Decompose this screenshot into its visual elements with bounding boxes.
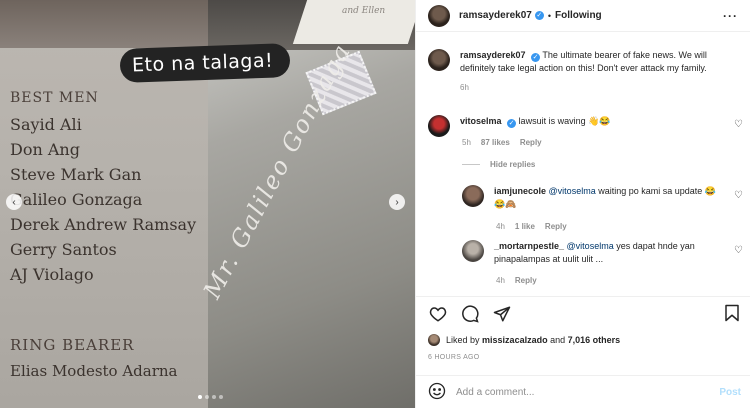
mention-link[interactable]: @vitoselma — [549, 186, 596, 196]
carousel-next-button[interactable]: › — [389, 194, 405, 210]
post-timestamp[interactable]: 6 HOURS AGO — [428, 354, 480, 361]
ring-bearer-name: Elias Modesto Adarna — [10, 362, 178, 380]
comments-list[interactable]: ramsayderek07 ✓ The ultimate bearer of f… — [416, 33, 750, 295]
comment-age[interactable]: 5h — [462, 138, 471, 147]
comment-meta: 5h 87 likes Reply — [462, 138, 542, 147]
comment-icon[interactable] — [460, 304, 480, 324]
liked-by-joiner: and — [550, 335, 566, 345]
avatar[interactable] — [462, 185, 484, 207]
reply-button[interactable]: Reply — [515, 276, 537, 285]
best-man-name: AJ Violago — [10, 265, 94, 284]
best-man-name: Gerry Santos — [10, 240, 117, 259]
hide-replies-button[interactable]: Hide replies — [462, 160, 535, 169]
verified-badge-icon: ✓ — [507, 119, 517, 128]
reply-row: _mortarnpestle_ @vitoselma yes dapat hnd… — [462, 240, 732, 266]
caption-username[interactable]: ramsayderek07 — [460, 50, 526, 60]
chevron-left-icon: ‹ — [12, 196, 16, 208]
carousel-dot — [205, 395, 209, 399]
caption-body: ramsayderek07 ✓ The ultimate bearer of f… — [460, 49, 734, 94]
comment-row: vitoselma ✓ lawsuit is waving 👋😂 — [428, 115, 611, 137]
reply-likes[interactable]: 1 like — [515, 222, 535, 231]
instagram-post: and Ellen BEST MEN Sayid Ali Don Ang Ste… — [0, 0, 750, 408]
ring-bearer-section: RING BEARER Elias Modesto Adarna — [10, 336, 178, 380]
reply-row: iamjunecole @vitoselma waiting po kami s… — [462, 185, 732, 211]
avatar[interactable] — [462, 240, 484, 262]
like-comment-heart-icon[interactable]: ♡ — [734, 119, 743, 130]
chevron-right-icon: › — [395, 196, 399, 208]
comment-input[interactable] — [456, 386, 706, 398]
avatar[interactable] — [428, 115, 450, 137]
mention-link[interactable]: @vitoselma — [567, 241, 614, 251]
post-header: ramsayderek07 ✓ • Following ··· — [416, 0, 750, 32]
reply-button[interactable]: Reply — [520, 138, 542, 147]
reply-meta: 4h 1 like Reply — [496, 222, 567, 231]
reply-age[interactable]: 4h — [496, 276, 505, 285]
reply-body: _mortarnpestle_ @vitoselma yes dapat hnd… — [494, 240, 724, 266]
ring-bearer-heading: RING BEARER — [10, 336, 135, 354]
reply-button[interactable]: Reply — [545, 222, 567, 231]
emoji-icon[interactable] — [428, 382, 446, 402]
reply-meta: 4h Reply — [496, 276, 537, 285]
best-man-name: Steve Mark Gan — [10, 165, 142, 184]
post-sidebar: ramsayderek07 ✓ • Following ··· ramsayde… — [415, 0, 750, 408]
reply-age[interactable]: 4h — [496, 222, 505, 231]
comment-likes[interactable]: 87 likes — [481, 138, 510, 147]
hide-replies-label: Hide replies — [490, 160, 536, 169]
verified-badge-icon: ✓ — [534, 11, 544, 20]
following-button[interactable]: Following — [555, 10, 602, 21]
caption-age[interactable]: 6h — [460, 81, 734, 94]
avatar[interactable] — [428, 49, 450, 71]
post-media[interactable]: and Ellen BEST MEN Sayid Ali Don Ang Ste… — [0, 0, 415, 408]
best-man-name: Derek Andrew Ramsay — [10, 215, 197, 234]
verified-badge-icon: ✓ — [531, 53, 541, 62]
comment-username[interactable]: vitoselma — [460, 116, 502, 126]
liked-by-user[interactable]: missizacalzado — [482, 335, 548, 345]
comment-body: vitoselma ✓ lawsuit is waving 👋😂 — [460, 115, 611, 137]
like-comment-heart-icon[interactable]: ♡ — [734, 190, 743, 201]
carousel-dot — [198, 395, 202, 399]
caption-row: ramsayderek07 ✓ The ultimate bearer of f… — [428, 49, 738, 94]
best-man-name: Sayid Ali — [10, 115, 82, 134]
liked-by-prefix: Liked by — [446, 335, 480, 345]
carousel-dot — [219, 395, 223, 399]
best-men-heading: BEST MEN — [10, 90, 99, 106]
heart-icon[interactable] — [428, 304, 448, 324]
avatar[interactable] — [428, 334, 440, 346]
liked-by-others[interactable]: 7,016 others — [568, 335, 621, 345]
header-username[interactable]: ramsayderek07 — [459, 10, 532, 21]
avatar[interactable] — [428, 4, 450, 27]
card-corner-text: and Ellen — [342, 6, 386, 16]
share-icon[interactable] — [492, 304, 512, 324]
post-button[interactable]: Post — [719, 387, 741, 398]
divider — [462, 164, 480, 165]
add-comment-bar: Post — [416, 375, 750, 408]
like-comment-heart-icon[interactable]: ♡ — [734, 245, 743, 256]
comment-text: lawsuit is waving 👋😂 — [518, 116, 611, 126]
bookmark-icon[interactable] — [724, 304, 740, 324]
reply-username[interactable]: iamjunecole — [494, 186, 546, 196]
separator-dot: • — [547, 10, 551, 21]
best-man-name: Galileo Gonzaga — [10, 190, 143, 209]
liked-by: Liked by missizacalzado and 7,016 others — [428, 334, 620, 346]
action-bar — [416, 296, 750, 330]
carousel-prev-button[interactable]: ‹ — [6, 194, 22, 210]
carousel-dot — [212, 395, 216, 399]
reply-username[interactable]: _mortarnpestle_ — [494, 241, 564, 251]
carousel-dots — [198, 395, 223, 399]
reply-body: iamjunecole @vitoselma waiting po kami s… — [494, 185, 724, 211]
more-horizontal-icon[interactable]: ··· — [723, 9, 738, 23]
best-men-list: BEST MEN Sayid Ali Don Ang Steve Mark Ga… — [10, 90, 196, 287]
photo-top-shadow — [0, 0, 208, 48]
best-man-name: Don Ang — [10, 140, 80, 159]
